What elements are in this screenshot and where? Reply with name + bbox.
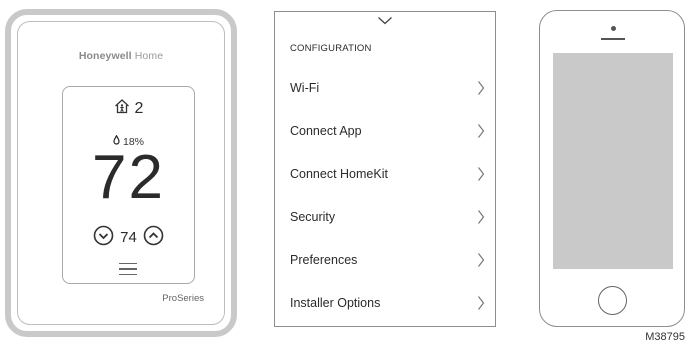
section-title: CONFIGURATION <box>290 43 372 54</box>
chevron-right-icon <box>475 294 487 312</box>
configuration-menu: CONFIGURATION Wi-Fi Connect App Connect … <box>274 11 496 327</box>
menu-item-security[interactable]: Security <box>290 195 487 238</box>
menu-list: Wi-Fi Connect App Connect HomeKit Securi… <box>290 69 487 324</box>
phone-camera <box>611 26 616 31</box>
phone-screen <box>553 53 673 269</box>
menu-item-label: Security <box>290 209 336 224</box>
menu-icon[interactable] <box>119 263 137 279</box>
occupancy-count: 2 <box>134 99 144 117</box>
menu-item-label: Installer Options <box>290 295 381 310</box>
menu-item-label: Preferences <box>290 252 358 267</box>
brand-logo: Honeywell Home <box>78 50 164 62</box>
proseries-label: ProSeries <box>162 293 204 304</box>
menu-item-installer-options[interactable]: Installer Options <box>290 281 487 324</box>
menu-item-wifi[interactable]: Wi-Fi <box>290 66 487 109</box>
setpoint-value: 74 <box>120 229 137 246</box>
occupancy-row: 2 <box>63 98 194 119</box>
menu-item-connect-app[interactable]: Connect App <box>290 109 487 152</box>
figure-id: M38795 <box>645 331 685 343</box>
chevron-up-circle-icon[interactable] <box>143 225 164 250</box>
phone-speaker <box>601 38 625 40</box>
chevron-down-icon <box>377 12 393 30</box>
menu-item-label: Wi-Fi <box>290 80 320 95</box>
setpoint-row: 74 <box>63 225 194 250</box>
collapse-button[interactable] <box>275 14 495 28</box>
phone-home-button[interactable] <box>598 286 627 315</box>
menu-item-label: Connect HomeKit <box>290 166 388 181</box>
thermostat-screen: 2 18% 72 74 <box>62 86 195 284</box>
menu-item-label: Connect App <box>290 123 362 138</box>
chevron-right-icon <box>475 208 487 226</box>
current-temperature: 72 <box>92 143 165 212</box>
menu-item-connect-homekit[interactable]: Connect HomeKit <box>290 152 487 195</box>
thermostat-device: Honeywell Home 2 18% 72 74 ProSeries <box>5 9 237 337</box>
chevron-right-icon <box>475 122 487 140</box>
thermostat-bezel: Honeywell Home 2 18% 72 74 ProSeries <box>17 21 225 325</box>
menu-item-preferences[interactable]: Preferences <box>290 238 487 281</box>
phone-device <box>539 10 685 327</box>
chevron-right-icon <box>475 165 487 183</box>
home-occupancy-icon <box>114 98 130 119</box>
chevron-right-icon <box>475 251 487 269</box>
chevron-down-circle-icon[interactable] <box>93 225 114 250</box>
chevron-right-icon <box>475 79 487 97</box>
